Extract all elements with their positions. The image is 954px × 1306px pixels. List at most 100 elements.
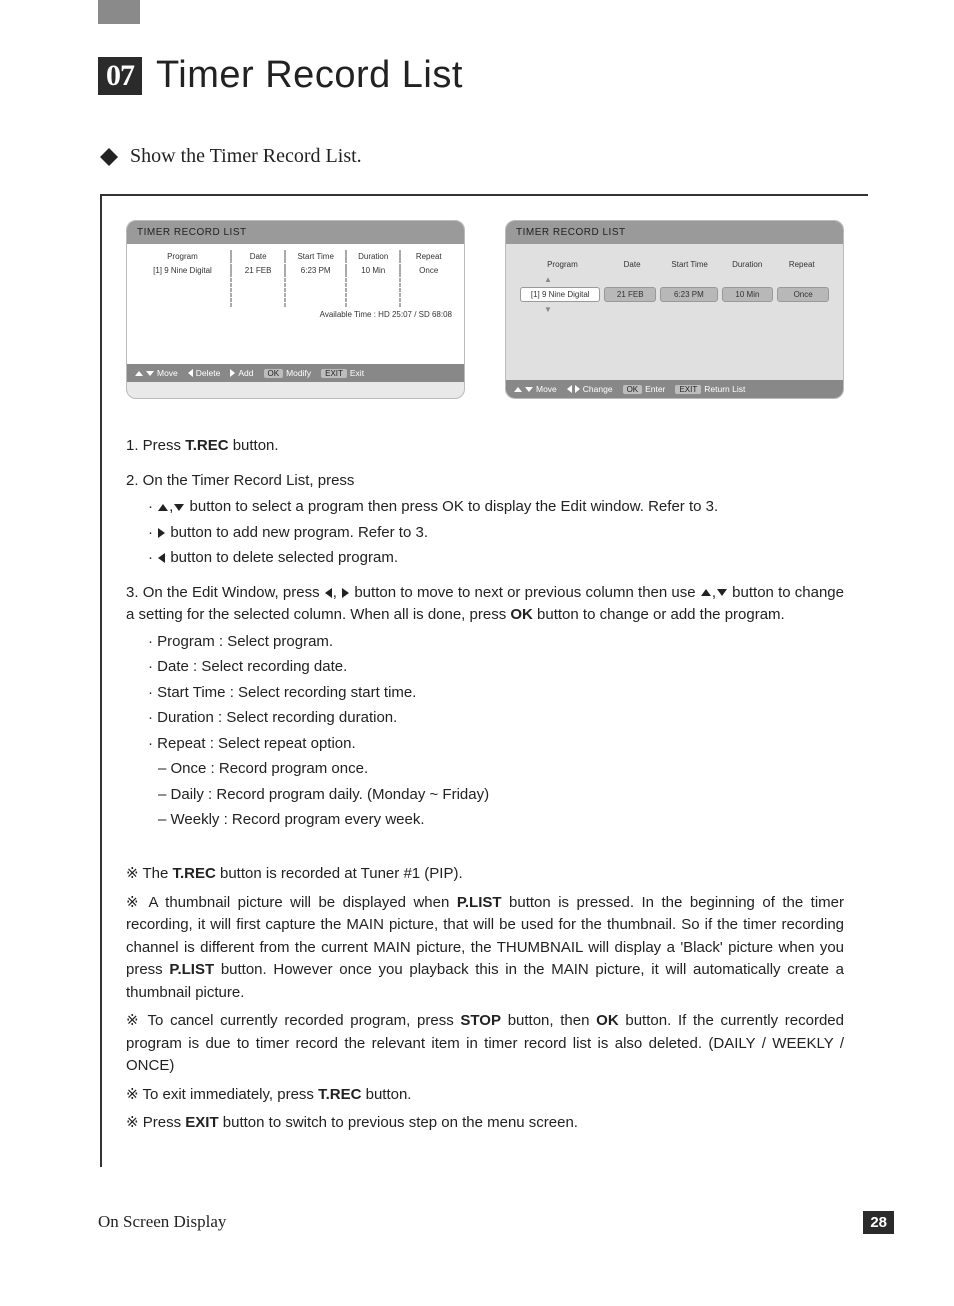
up-icon bbox=[135, 371, 143, 376]
scroll-down-icon: ▼ bbox=[520, 305, 829, 314]
list-item: Repeat : Select repeat option. bbox=[148, 733, 844, 756]
step-2: 2. On the Timer Record List, press bbox=[126, 470, 844, 493]
list-item: , button to select a program then press … bbox=[148, 496, 844, 519]
step-2-list: , button to select a program then press … bbox=[126, 496, 844, 570]
modify-hint: OKModify bbox=[264, 368, 312, 378]
ok-key: OK bbox=[623, 385, 643, 394]
left-arrow-icon bbox=[158, 553, 165, 563]
screen-right-title: TIMER RECORD LIST bbox=[506, 221, 843, 244]
cell: 21 FEB bbox=[232, 264, 287, 277]
cell: Once bbox=[777, 287, 829, 302]
note: The T.REC button is recorded at Tuner #1… bbox=[126, 863, 844, 886]
note: A thumbnail picture will be displayed wh… bbox=[126, 892, 844, 1005]
cell: 6:23 PM bbox=[286, 264, 347, 277]
cell: 10 Min bbox=[722, 287, 774, 302]
list-item: Daily : Record program daily. (Monday ~ … bbox=[158, 784, 844, 807]
right-icon bbox=[575, 385, 580, 393]
up-arrow-icon bbox=[158, 504, 168, 511]
table-row: [1] 9 Nine Digital 21 FEB 6:23 PM 10 Min… bbox=[135, 263, 456, 277]
col-repeat: Repeat bbox=[401, 250, 456, 263]
col-start: Start Time bbox=[286, 250, 347, 263]
scroll-up-icon: ▲ bbox=[520, 275, 829, 284]
change-hint: Change bbox=[567, 384, 613, 394]
left-icon bbox=[188, 369, 193, 377]
move-hint: Move bbox=[135, 368, 178, 378]
screen-left-body: Program Date Start Time Duration Repeat … bbox=[127, 244, 464, 364]
cell: [1] 9 Nine Digital bbox=[135, 264, 232, 277]
list-item: Weekly : Record program every week. bbox=[158, 809, 844, 832]
page-footer: On Screen Display 28 bbox=[0, 1167, 954, 1234]
cell: 10 Min bbox=[347, 264, 402, 277]
col-program: Program bbox=[135, 250, 232, 263]
label: Modify bbox=[286, 368, 311, 378]
label: Enter bbox=[645, 384, 665, 394]
move-hint: Move bbox=[514, 384, 557, 394]
cell: 6:23 PM bbox=[660, 287, 717, 302]
add-hint: Add bbox=[230, 368, 253, 378]
table-row bbox=[135, 302, 456, 307]
col-duration: Duration bbox=[720, 260, 775, 269]
table-row bbox=[135, 277, 456, 282]
screen-right-body: Program Date Start Time Duration Repeat … bbox=[506, 244, 843, 380]
enter-hint: OKEnter bbox=[623, 384, 666, 394]
col-start: Start Time bbox=[659, 260, 720, 269]
cell: Once bbox=[401, 264, 456, 277]
col-program: Program bbox=[520, 260, 605, 269]
page-header: 07 Timer Record List bbox=[0, 0, 954, 97]
table-row bbox=[135, 282, 456, 287]
cell: [1] 9 Nine Digital bbox=[520, 287, 600, 302]
label: Return List bbox=[704, 384, 745, 394]
return-hint: EXITReturn List bbox=[675, 384, 745, 394]
subtitle-row: Show the Timer Record List. bbox=[0, 97, 954, 168]
list-item: Date : Select recording date. bbox=[148, 656, 844, 679]
right-arrow-icon bbox=[158, 528, 165, 538]
up-icon bbox=[514, 387, 522, 392]
down-arrow-icon bbox=[717, 589, 727, 596]
screen-left-footer: Move Delete Add OKModify EXITExit bbox=[127, 364, 464, 382]
footer-section: On Screen Display bbox=[98, 1212, 226, 1232]
exit-key: EXIT bbox=[321, 369, 347, 378]
screen-right: TIMER RECORD LIST Program Date Start Tim… bbox=[505, 220, 844, 399]
bullet-arrow-icon bbox=[100, 148, 118, 166]
label: Move bbox=[157, 368, 178, 378]
note: Press EXIT button to switch to previous … bbox=[126, 1112, 844, 1135]
left-rows: [1] 9 Nine Digital 21 FEB 6:23 PM 10 Min… bbox=[135, 263, 456, 307]
table-row bbox=[135, 292, 456, 297]
col-date: Date bbox=[605, 260, 660, 269]
chapter-number: 07 bbox=[98, 57, 142, 95]
label: Add bbox=[238, 368, 253, 378]
label: Delete bbox=[196, 368, 221, 378]
note: To exit immediately, press T.REC button. bbox=[126, 1084, 844, 1107]
list-item: Duration : Select recording duration. bbox=[148, 707, 844, 730]
list-item: Start Time : Select recording start time… bbox=[148, 682, 844, 705]
down-icon bbox=[525, 387, 533, 392]
label: Move bbox=[536, 384, 557, 394]
page-number: 28 bbox=[863, 1211, 894, 1234]
cell: 21 FEB bbox=[604, 287, 656, 302]
subtitle: Show the Timer Record List. bbox=[130, 145, 362, 168]
exit-key: EXIT bbox=[675, 385, 701, 394]
left-arrow-icon bbox=[325, 588, 332, 598]
label: Exit bbox=[350, 368, 364, 378]
list-item: Once : Record program once. bbox=[158, 758, 844, 781]
fields-list: Program : Select program. Date : Select … bbox=[126, 631, 844, 756]
screen-right-footer: Move Change OKEnter EXITReturn List bbox=[506, 380, 843, 398]
right-arrow-icon bbox=[342, 588, 349, 598]
top-tab bbox=[98, 0, 140, 24]
note: To cancel currently recorded program, pr… bbox=[126, 1010, 844, 1078]
exit-hint: EXITExit bbox=[321, 368, 364, 378]
instructions: 1. Press T.REC button. 2. On the Timer R… bbox=[126, 435, 844, 1135]
screen-left-title: TIMER RECORD LIST bbox=[127, 221, 464, 244]
repeat-options: Once : Record program once. Daily : Reco… bbox=[126, 758, 844, 832]
right-columns: Program Date Start Time Duration Repeat bbox=[520, 260, 829, 269]
up-arrow-icon bbox=[701, 589, 711, 596]
col-date: Date bbox=[232, 250, 287, 263]
label: Change bbox=[583, 384, 613, 394]
step-3: 3. On the Edit Window, press , button to… bbox=[126, 582, 844, 627]
delete-hint: Delete bbox=[188, 368, 221, 378]
page-title: Timer Record List bbox=[156, 54, 463, 97]
available-time: Available Time : HD 25:07 / SD 68:08 bbox=[135, 307, 456, 319]
left-columns: Program Date Start Time Duration Repeat bbox=[135, 250, 456, 263]
table-row: [1] 9 Nine Digital 21 FEB 6:23 PM 10 Min… bbox=[520, 287, 829, 302]
table-row bbox=[135, 297, 456, 302]
